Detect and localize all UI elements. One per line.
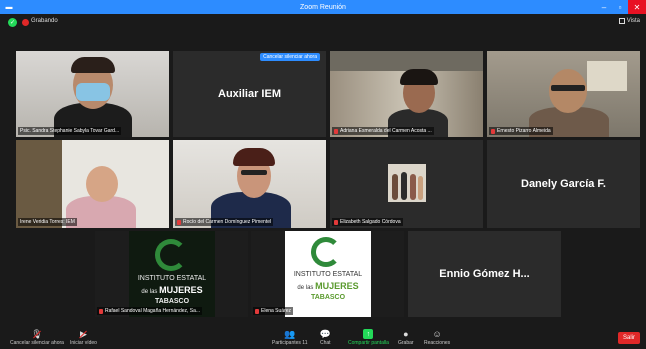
participant-name: Elizabeth Salgado Córdova — [332, 218, 403, 226]
video-tile[interactable]: Ennio Gómez H... — [408, 231, 561, 317]
muted-mic-icon — [177, 219, 181, 225]
chat-label: Chat — [320, 340, 331, 346]
video-tile[interactable]: Cancelar silenciar ahora Auxiliar IEM — [173, 51, 326, 137]
reactions-icon: ☺ — [432, 329, 442, 339]
participant-video — [16, 51, 169, 137]
recording-label: Grabando — [31, 18, 58, 24]
participant-photo — [330, 140, 483, 228]
institution-logo: INSTITUTO ESTATAL de las MUJERES TABASCO — [251, 231, 404, 317]
participants-label: Participantes 11 — [272, 340, 308, 346]
mute-label: Cancelar silenciar ahora — [10, 340, 64, 346]
muted-mic-icon — [491, 128, 495, 134]
share-label: Compartir pantalla — [348, 340, 389, 346]
record-icon: ● — [403, 329, 409, 339]
leave-button[interactable]: Salir — [618, 332, 640, 344]
mute-button[interactable]: 🎙 Cancelar silenciar ahora — [10, 328, 64, 347]
muted-mic-icon — [334, 128, 338, 134]
record-button[interactable]: ● Grabar — [398, 329, 414, 346]
participant-name: Psic. Sandra Stephanie Sabyla Tovar Gard… — [18, 127, 122, 135]
participants-button[interactable]: 👥 Participantes 11 — [272, 328, 308, 347]
view-button[interactable]: Vista — [618, 18, 640, 24]
window-titlebar: ▬ Zoom Reunión – ▫ ✕ — [0, 0, 646, 14]
participant-video — [330, 51, 483, 137]
logo-line-4: TABASCO — [154, 298, 190, 305]
meeting-toolbar: 🎙 Cancelar silenciar ahora ▶ Iniciar víd… — [0, 327, 646, 349]
video-tile[interactable]: Rocío del Carmen Domínguez Pimentel — [173, 140, 326, 228]
participant-display-name: Danely García F. — [521, 178, 606, 190]
participant-display-name: Ennio Gómez H... — [439, 268, 530, 280]
recording-icon — [22, 19, 29, 26]
security-shield-icon[interactable]: ✓ — [8, 18, 17, 27]
share-screen-icon: ↑ — [363, 329, 374, 339]
reactions-label: Reacciones — [424, 340, 451, 346]
participants-count: 11 — [302, 340, 308, 346]
camera-off-icon: ▶ — [80, 328, 87, 339]
unmute-request-banner[interactable]: Cancelar silenciar ahora — [260, 53, 320, 61]
participant-name: Rocío del Carmen Domínguez Pimentel — [175, 218, 274, 226]
logo-line-2: de las MUJERES — [297, 281, 359, 291]
muted-mic-icon — [334, 219, 338, 225]
grid-view-icon — [618, 18, 625, 24]
participant-video — [16, 140, 169, 228]
meeting-status-bar: ✓ Grabando Vista — [0, 14, 646, 32]
window-title: Zoom Reunión — [300, 3, 346, 11]
participant-name: Elena Suárez — [253, 307, 294, 315]
reactions-button[interactable]: ☺ Reacciones — [424, 329, 450, 346]
record-label: Grabar — [398, 340, 414, 346]
mic-muted-icon: 🎙 — [31, 328, 43, 339]
minimize-button[interactable]: – — [596, 0, 612, 14]
video-tile[interactable]: Elizabeth Salgado Córdova — [330, 140, 483, 228]
video-tile[interactable]: Danely García F. — [487, 140, 640, 228]
video-tile[interactable]: Adriana Esmeralda del Carmen Acosta ... — [330, 51, 483, 137]
video-tile[interactable]: Ernesto Pizarro Almeida — [487, 51, 640, 137]
video-tile-active-speaker[interactable]: Irene Veridia Torres: IEM — [16, 140, 169, 228]
logo-line-1: INSTITUTO ESTATAL — [293, 271, 363, 278]
participants-icon: 👥 — [284, 328, 296, 339]
institution-logo: INSTITUTO ESTATAL de las MUJERES TABASCO — [95, 231, 248, 317]
participant-name: Rafael Sandoval Magaña Hernández, Sa... — [97, 307, 203, 315]
logo-line-4: TABASCO — [310, 294, 346, 301]
logo-line-2: de las MUJERES — [141, 285, 203, 295]
muted-mic-icon — [99, 308, 103, 314]
participant-video — [487, 51, 640, 137]
participant-video — [173, 140, 326, 228]
video-tile[interactable]: Psic. Sandra Stephanie Sabyla Tovar Gard… — [16, 51, 169, 137]
video-label: Iniciar vídeo — [70, 340, 97, 346]
video-tile[interactable]: INSTITUTO ESTATAL de las MUJERES TABASCO… — [95, 231, 248, 317]
video-tile[interactable]: INSTITUTO ESTATAL de las MUJERES TABASCO… — [251, 231, 404, 317]
close-button[interactable]: ✕ — [628, 0, 646, 14]
maximize-button[interactable]: ▫ — [612, 0, 628, 14]
logo-line-1: INSTITUTO ESTATAL — [137, 275, 207, 282]
start-video-button[interactable]: ▶ Iniciar vídeo — [70, 328, 97, 347]
chat-icon: 💬 — [319, 328, 331, 339]
view-label: Vista — [626, 18, 640, 24]
muted-mic-icon — [255, 308, 259, 314]
participant-name: Adriana Esmeralda del Carmen Acosta ... — [332, 127, 434, 135]
participant-display-name: Auxiliar IEM — [218, 88, 281, 100]
share-screen-button[interactable]: ↑ Compartir pantalla — [348, 329, 389, 346]
chat-button[interactable]: 💬 Chat — [319, 328, 331, 347]
participant-name: Ernesto Pizarro Almeida — [489, 127, 553, 135]
participant-name: Irene Veridia Torres: IEM — [18, 218, 77, 226]
